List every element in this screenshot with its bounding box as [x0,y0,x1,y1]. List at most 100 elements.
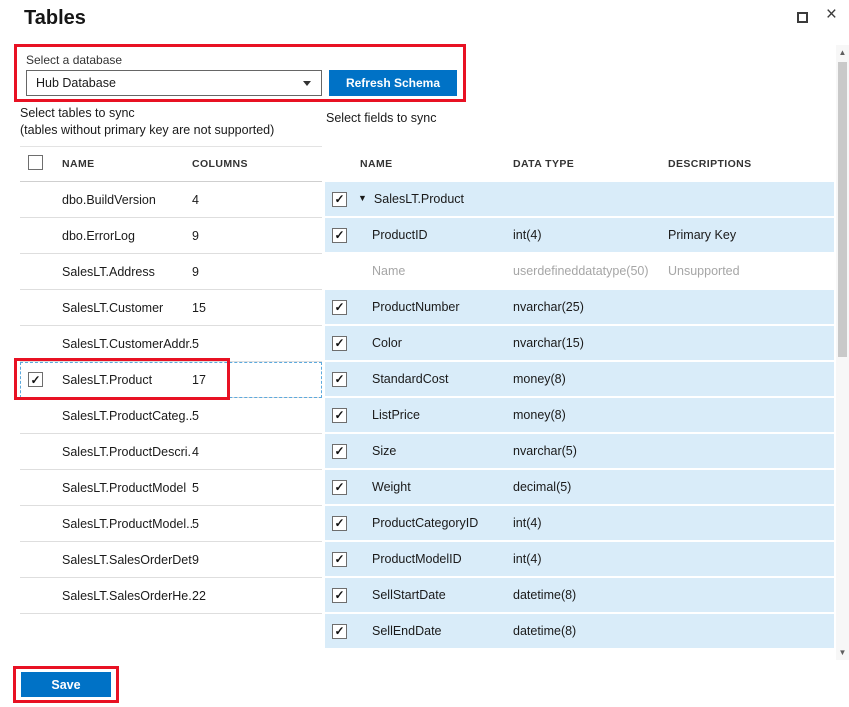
table-name: SalesLT.ProductModel [62,481,192,495]
table-row[interactable]: ✓SalesLT.Product17 [20,362,322,398]
field-row[interactable]: ✓ ProductNumber nvarchar(25) [325,290,834,324]
field-row[interactable]: ✓ StandardCost money(8) [325,362,834,396]
field-row-checkbox[interactable]: ✓ [332,624,347,639]
field-row-checkbox[interactable]: ✓ [332,192,347,207]
fields-table-header: NAME DATA TYPE DESCRIPTIONS [325,146,834,182]
table-columns-count: 5 [192,517,322,531]
field-row-checkbox[interactable]: ✓ [332,516,347,531]
table-row[interactable]: dbo.ErrorLog9 [20,218,322,254]
field-name: ListPrice [372,408,513,422]
table-columns-count: 4 [192,445,322,459]
table-row[interactable]: SalesLT.Customer15 [20,290,322,326]
field-data-type: nvarchar(15) [513,336,668,350]
field-row-checkbox[interactable]: ✓ [332,408,347,423]
field-row[interactable]: ✓ ProductCategoryIDint(4) [325,506,834,540]
table-row[interactable]: SalesLT.CustomerAddr...5 [20,326,322,362]
field-name: ProductCategoryID [372,516,513,530]
field-row-checkbox[interactable]: ✓ [332,588,347,603]
table-name: dbo.ErrorLog [62,229,192,243]
fields-header-data-type: DATA TYPE [513,158,668,170]
table-row[interactable]: SalesLT.SalesOrderDet...9 [20,542,322,578]
field-row[interactable]: ✓ListPricemoney(8) [325,398,834,432]
table-row[interactable]: SalesLT.Address9 [20,254,322,290]
table-name: SalesLT.Address [62,265,192,279]
field-data-type: decimal(5) [513,480,668,494]
field-data-type: userdefineddatatype(50) [513,264,668,278]
collapse-caret-icon[interactable]: ▼ [358,193,367,203]
field-row[interactable]: ✓ ▼ SalesLT.Product [325,182,834,216]
table-row[interactable]: SalesLT.ProductModel...5 [20,506,322,542]
field-name: ▼ SalesLT.Product [358,192,513,206]
field-row[interactable]: ✓Sizenvarchar(5) [325,434,834,468]
field-name-text: Size [372,444,396,458]
refresh-schema-button[interactable]: Refresh Schema [329,70,457,96]
table-name: SalesLT.ProductModel... [62,517,192,531]
table-row[interactable]: SalesLT.SalesOrderHe...22 [20,578,322,614]
field-row-checkbox[interactable]: ✓ [332,228,347,243]
table-row[interactable]: SalesLT.ProductDescri...4 [20,434,322,470]
table-columns-count: 15 [192,301,322,315]
field-name: SellStartDate [372,588,513,602]
field-name-text: ProductModelID [372,552,462,566]
field-row[interactable]: ✓ Color nvarchar(15) [325,326,834,360]
field-name-text: ProductNumber [372,300,460,314]
maximize-icon[interactable] [797,12,808,23]
table-row[interactable]: SalesLT.ProductModel5 [20,470,322,506]
field-name-text: ListPrice [372,408,420,422]
tables-header-name: NAME [62,158,192,170]
field-description: Primary Key [668,228,834,242]
fields-table: NAME DATA TYPE DESCRIPTIONS ✓ ▼ SalesLT.Pr… [325,146,834,650]
scroll-up-icon[interactable]: ▲ [836,48,849,57]
field-row[interactable]: ✓SellStartDatedatetime(8) [325,578,834,612]
vertical-scrollbar[interactable]: ▲ ▼ [836,45,849,660]
field-name-text: ProductID [372,228,428,242]
field-name-text: StandardCost [372,372,448,386]
tables-panel-title: Select tables to sync (tables without pr… [20,105,274,139]
table-columns-count: 4 [192,193,322,207]
scroll-down-icon[interactable]: ▼ [836,648,849,657]
field-description: Unsupported [668,264,834,278]
table-columns-count: 5 [192,409,322,423]
database-dropdown[interactable]: Hub Database [26,70,322,96]
field-row-checkbox[interactable]: ✓ [332,372,347,387]
field-row[interactable]: ✓Weightdecimal(5) [325,470,834,504]
field-data-type: money(8) [513,372,668,386]
field-data-type: int(4) [513,228,668,242]
table-name: SalesLT.CustomerAddr... [62,337,192,351]
field-row-checkbox[interactable]: ✓ [332,552,347,567]
field-row[interactable]: ✓SellEndDatedatetime(8) [325,614,834,648]
field-data-type: nvarchar(25) [513,300,668,314]
save-button[interactable]: Save [21,672,111,697]
select-all-checkbox[interactable] [28,155,43,170]
table-columns-count: 9 [192,229,322,243]
table-columns-count: 5 [192,481,322,495]
table-name: SalesLT.ProductCateg... [62,409,192,423]
tables-panel-title-line2: (tables without primary key are not supp… [20,122,274,139]
fields-list: ✓▼SalesLT.Product✓ProductIDint(4)Primary… [325,182,834,648]
field-row-checkbox[interactable]: ✓ [332,444,347,459]
table-row-checkbox[interactable]: ✓ [28,372,43,387]
field-row[interactable]: ✓ ProductID int(4)Primary Key [325,218,834,252]
table-row[interactable]: dbo.BuildVersion4 [20,182,322,218]
table-row[interactable]: SalesLT.ProductCateg...5 [20,398,322,434]
field-row-checkbox[interactable]: ✓ [332,336,347,351]
table-columns-count: 5 [192,337,322,351]
fields-header-name: NAME [360,158,513,170]
field-name-text: SalesLT.Product [374,192,464,206]
table-columns-count: 9 [192,553,322,567]
field-name-text: SellStartDate [372,588,446,602]
fields-header-descriptions: DESCRIPTIONS [668,158,834,170]
field-row[interactable]: ✓ ProductModelID int(4) [325,542,834,576]
table-name: dbo.BuildVersion [62,193,192,207]
field-row-checkbox[interactable]: ✓ [332,300,347,315]
tables-table-header: NAME COLUMNS [20,146,322,182]
close-icon[interactable]: × [826,4,837,27]
tables-table: NAME COLUMNS dbo.BuildVersion4dbo.ErrorL… [20,146,322,614]
field-data-type: int(4) [513,516,668,530]
field-name-text: Color [372,336,402,350]
field-row[interactable]: Nameuserdefineddatatype(50)Unsupported [325,254,834,288]
field-data-type: int(4) [513,552,668,566]
table-name: SalesLT.SalesOrderDet... [62,553,192,567]
scrollbar-thumb[interactable] [838,62,847,357]
field-row-checkbox[interactable]: ✓ [332,480,347,495]
